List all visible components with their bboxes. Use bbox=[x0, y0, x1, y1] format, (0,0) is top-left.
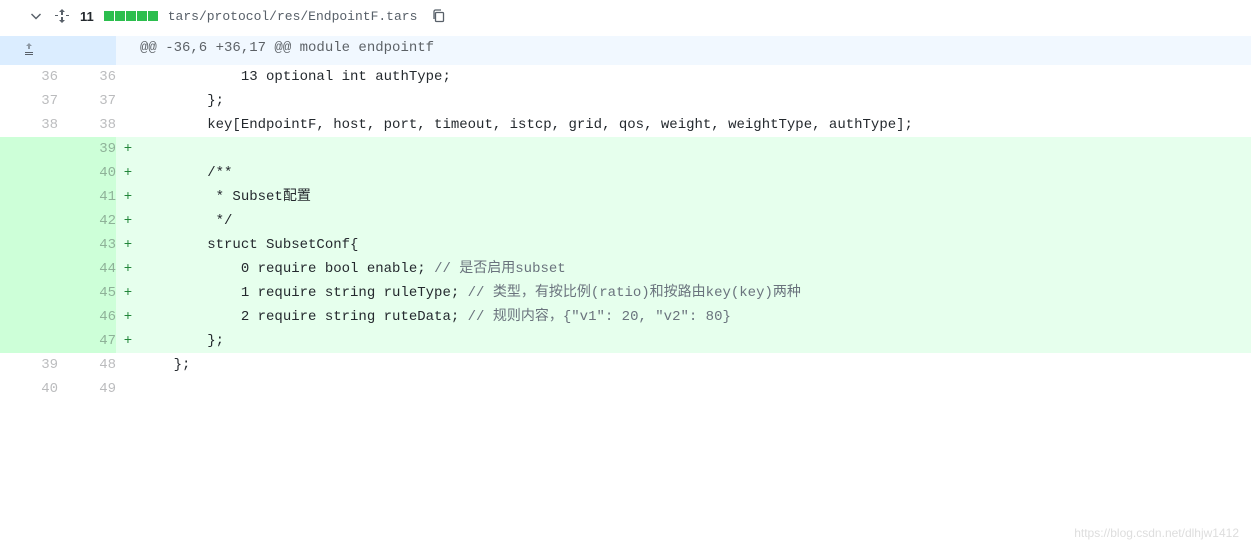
diff-line-context: 4049 bbox=[0, 377, 1251, 401]
file-path[interactable]: tars/protocol/res/EndpointF.tars bbox=[168, 9, 418, 24]
line-number-new[interactable]: 38 bbox=[58, 113, 116, 137]
hunk-header-text: @@ -36,6 +36,17 @@ module endpointf bbox=[140, 36, 1251, 65]
line-number-old[interactable]: 36 bbox=[0, 65, 58, 89]
line-number-old[interactable]: 40 bbox=[0, 377, 58, 401]
code-content[interactable]: /** bbox=[140, 161, 1251, 185]
diff-marker: + bbox=[116, 137, 140, 161]
diff-line-context: 3636 13 optional int authType; bbox=[0, 65, 1251, 89]
code-content[interactable]: }; bbox=[140, 329, 1251, 353]
diff-marker bbox=[116, 89, 140, 113]
line-number-new[interactable]: 45 bbox=[58, 281, 116, 305]
line-number-old[interactable] bbox=[0, 281, 58, 305]
line-number-new[interactable]: 41 bbox=[58, 185, 116, 209]
diff-line-added: 41+ * Subset配置 bbox=[0, 185, 1251, 209]
diff-marker bbox=[116, 377, 140, 401]
diff-table: @@ -36,6 +36,17 @@ module endpointf3636 … bbox=[0, 36, 1251, 401]
line-number-new[interactable]: 49 bbox=[58, 377, 116, 401]
diff-marker bbox=[116, 113, 140, 137]
diff-line-context: 3838 key[EndpointF, host, port, timeout,… bbox=[0, 113, 1251, 137]
line-number-new[interactable]: 42 bbox=[58, 209, 116, 233]
diff-marker bbox=[116, 36, 140, 65]
diff-added-block bbox=[137, 11, 147, 21]
diff-line-added: 40+ /** bbox=[0, 161, 1251, 185]
diff-line-added: 44+ 0 require bool enable; // 是否启用subset bbox=[0, 257, 1251, 281]
watermark-text: https://blog.csdn.net/dlhjw1412 bbox=[1074, 526, 1239, 540]
file-header: 11 tars/protocol/res/EndpointF.tars bbox=[0, 0, 1251, 36]
diff-marker: + bbox=[116, 305, 140, 329]
code-content[interactable]: }; bbox=[140, 353, 1251, 377]
line-number-old[interactable] bbox=[0, 161, 58, 185]
diff-added-block bbox=[115, 11, 125, 21]
diff-line-added: 46+ 2 require string ruteData; // 规则内容，{… bbox=[0, 305, 1251, 329]
line-number-old[interactable] bbox=[0, 185, 58, 209]
code-content[interactable]: */ bbox=[140, 209, 1251, 233]
diff-marker: + bbox=[116, 209, 140, 233]
expand-all-icon[interactable] bbox=[54, 8, 70, 24]
expand-up-icon[interactable] bbox=[0, 36, 58, 65]
code-comment: // 规则内容，{"v1": 20, "v2": 80} bbox=[468, 309, 731, 325]
line-number-new[interactable]: 43 bbox=[58, 233, 116, 257]
diff-line-added: 39+ bbox=[0, 137, 1251, 161]
line-number-new[interactable]: 39 bbox=[58, 137, 116, 161]
diff-marker: + bbox=[116, 281, 140, 305]
line-number-old[interactable]: 39 bbox=[0, 353, 58, 377]
line-number-old[interactable] bbox=[0, 305, 58, 329]
line-number-old[interactable] bbox=[0, 329, 58, 353]
diff-marker: + bbox=[116, 329, 140, 353]
diff-marker bbox=[116, 65, 140, 89]
diff-marker: + bbox=[116, 185, 140, 209]
line-number-new bbox=[58, 36, 116, 65]
line-number-old[interactable] bbox=[0, 233, 58, 257]
code-content[interactable]: 2 require string ruteData; // 规则内容，{"v1"… bbox=[140, 305, 1251, 329]
copy-path-icon[interactable] bbox=[431, 8, 447, 24]
code-content[interactable] bbox=[140, 137, 1251, 161]
chevron-down-icon[interactable] bbox=[28, 8, 44, 24]
line-number-old[interactable] bbox=[0, 209, 58, 233]
diff-added-block bbox=[126, 11, 136, 21]
diff-line-context: 3948 }; bbox=[0, 353, 1251, 377]
code-content[interactable]: 1 require string ruleType; // 类型，有按比例(ra… bbox=[140, 281, 1251, 305]
diff-line-added: 42+ */ bbox=[0, 209, 1251, 233]
line-number-new[interactable]: 44 bbox=[58, 257, 116, 281]
diff-line-added: 47+ }; bbox=[0, 329, 1251, 353]
code-content[interactable]: 13 optional int authType; bbox=[140, 65, 1251, 89]
changed-lines-count: 11 bbox=[80, 9, 94, 24]
line-number-new[interactable]: 47 bbox=[58, 329, 116, 353]
hunk-header-row: @@ -36,6 +36,17 @@ module endpointf bbox=[0, 36, 1251, 65]
line-number-old[interactable] bbox=[0, 137, 58, 161]
diff-line-added: 43+ struct SubsetConf{ bbox=[0, 233, 1251, 257]
code-comment: // 是否启用subset bbox=[434, 261, 566, 277]
code-content[interactable]: * Subset配置 bbox=[140, 185, 1251, 209]
code-content[interactable]: key[EndpointF, host, port, timeout, istc… bbox=[140, 113, 1251, 137]
line-number-old[interactable]: 37 bbox=[0, 89, 58, 113]
code-content[interactable] bbox=[140, 377, 1251, 401]
diff-stat-blocks bbox=[104, 11, 158, 21]
line-number-new[interactable]: 48 bbox=[58, 353, 116, 377]
code-content[interactable]: 0 require bool enable; // 是否启用subset bbox=[140, 257, 1251, 281]
line-number-new[interactable]: 36 bbox=[58, 65, 116, 89]
diff-marker bbox=[116, 353, 140, 377]
diff-line-context: 3737 }; bbox=[0, 89, 1251, 113]
diff-added-block bbox=[104, 11, 114, 21]
line-number-new[interactable]: 46 bbox=[58, 305, 116, 329]
diff-marker: + bbox=[116, 161, 140, 185]
line-number-new[interactable]: 40 bbox=[58, 161, 116, 185]
code-content[interactable]: struct SubsetConf{ bbox=[140, 233, 1251, 257]
line-number-old[interactable]: 38 bbox=[0, 113, 58, 137]
diff-marker: + bbox=[116, 257, 140, 281]
line-number-new[interactable]: 37 bbox=[58, 89, 116, 113]
diff-line-added: 45+ 1 require string ruleType; // 类型，有按比… bbox=[0, 281, 1251, 305]
code-content[interactable]: }; bbox=[140, 89, 1251, 113]
diff-marker: + bbox=[116, 233, 140, 257]
code-comment: // 类型，有按比例(ratio)和按路由key(key)两种 bbox=[468, 285, 801, 301]
line-number-old[interactable] bbox=[0, 257, 58, 281]
diff-added-block bbox=[148, 11, 158, 21]
